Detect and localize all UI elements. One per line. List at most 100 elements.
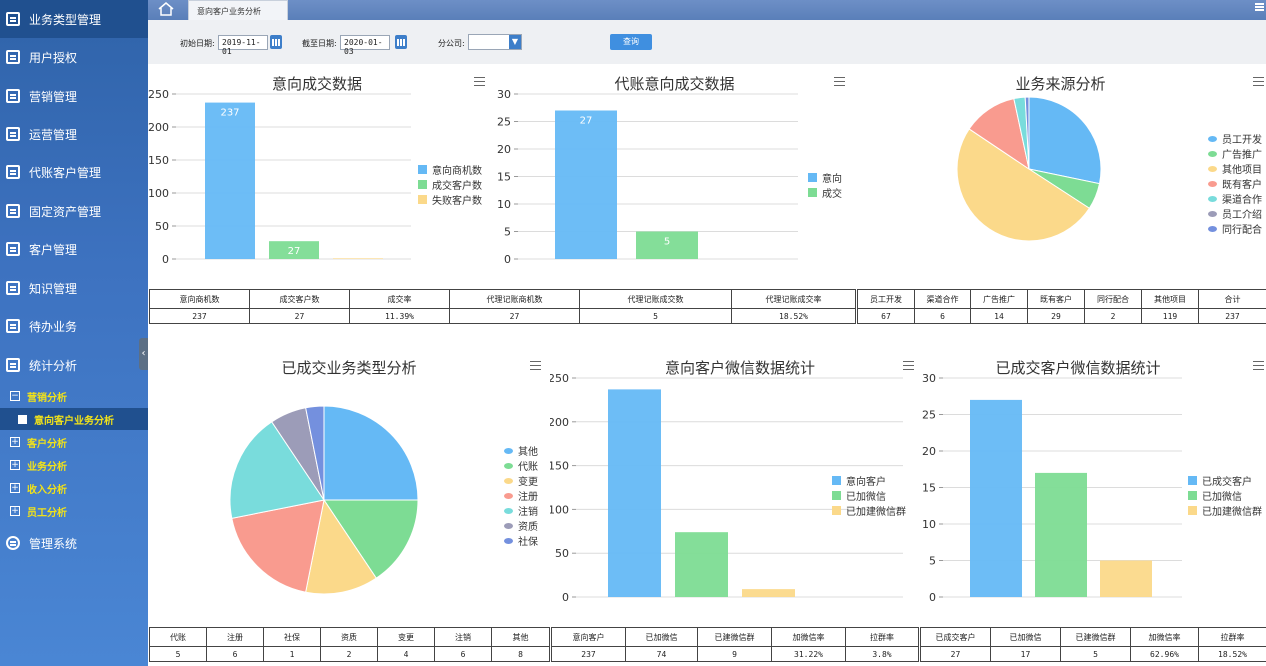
legend-item[interactable]: 其他项目 [1208, 161, 1262, 176]
table-cell: 6 [914, 308, 971, 324]
home-icon[interactable] [158, 2, 176, 18]
legend-swatch [504, 537, 513, 544]
legend-item[interactable]: 其他 [504, 443, 538, 458]
sidebar-sub-marketing-analysis[interactable]: − 营销分析 [0, 385, 148, 407]
legend-item[interactable]: 已加微信 [1188, 488, 1262, 503]
legend-label: 广告推广 [1222, 150, 1262, 161]
legend-item[interactable]: 既有客户 [1208, 176, 1262, 191]
sidebar-item-customers[interactable]: 客户管理 [0, 230, 148, 268]
list-icon [6, 242, 20, 256]
sidebar-sub-business-analysis[interactable]: + 业务分析 [0, 454, 148, 476]
table-header-row: 意向商机数 成交客户数 成交率 代理记账商机数 代理记账成交数 代理记账成交率 [149, 289, 856, 309]
y-tick-label: 5 [504, 226, 511, 239]
sidebar-item-system[interactable]: 管理系统 [0, 524, 148, 562]
legend-item[interactable]: 同行配合 [1208, 221, 1262, 236]
legend-item[interactable]: 已加微信 [832, 488, 906, 503]
legend-item[interactable]: 成交 [808, 185, 842, 200]
top-bar: 意向客户业务分析 [148, 0, 1266, 20]
table-cell: 18.52% [1198, 646, 1266, 662]
chart-legend: 意向商机数 成交客户数 失败客户数 [418, 162, 482, 207]
legend-item[interactable]: 资质 [504, 518, 538, 533]
legend-item[interactable]: 已加建微信群 [832, 503, 906, 518]
table-cell: 5 [579, 308, 732, 324]
sidebar-item-knowledge[interactable]: 知识管理 [0, 269, 148, 307]
legend-item[interactable]: 注销 [504, 503, 538, 518]
sidebar-sub-intent-analysis[interactable]: 意向客户业务分析 [0, 408, 148, 430]
y-tick-label: 100 [148, 187, 169, 200]
list-icon [6, 319, 20, 333]
start-date-input[interactable]: 2019-11-01 [218, 35, 268, 56]
legend-item[interactable]: 意向 [808, 170, 842, 185]
tab-intent-analysis[interactable]: 意向客户业务分析 [188, 0, 288, 20]
sidebar-item-operations[interactable]: 运营管理 [0, 115, 148, 153]
table-cell: 17 [990, 646, 1061, 662]
sidebar-item-fixed-assets[interactable]: 固定资产管理 [0, 192, 148, 230]
table-cell: 4 [377, 646, 435, 662]
table-cell: 237 [149, 308, 250, 324]
sidebar-item-business-type[interactable]: 业务类型管理 [0, 0, 148, 38]
legend-item[interactable]: 渠道合作 [1208, 191, 1262, 206]
calendar-icon[interactable] [270, 35, 282, 49]
query-button[interactable]: 查询 [610, 34, 652, 50]
gear-icon [6, 536, 20, 550]
branch-select[interactable]: ▼ [468, 34, 522, 50]
table-header: 注销 [434, 627, 492, 647]
legend-item[interactable]: 变更 [504, 473, 538, 488]
table-cell: 2 [1084, 308, 1142, 324]
sidebar-item-todo[interactable]: 待办业务 [0, 307, 148, 345]
edit-icon [6, 127, 20, 141]
legend-item[interactable]: 广告推广 [1208, 146, 1262, 161]
legend-item[interactable]: 意向客户 [832, 473, 906, 488]
table-header-row: 已成交客户 已加微信 已建微信群 加微信率 拉群率 [920, 627, 1266, 647]
table-cell: 3.8% [845, 646, 919, 662]
legend-swatch [1208, 195, 1217, 202]
legend-item[interactable]: 意向商机数 [418, 162, 482, 177]
sidebar-item-statistics[interactable]: 统计分析 [0, 346, 148, 384]
bar [608, 389, 661, 597]
sidebar-sub-income-analysis[interactable]: + 收入分析 [0, 477, 148, 499]
legend-item[interactable]: 代账 [504, 458, 538, 473]
sidebar-item-user-auth[interactable]: 用户授权 [0, 38, 148, 76]
legend-item[interactable]: 社保 [504, 533, 538, 548]
legend-swatch [1208, 210, 1217, 217]
table-header-row: 意向客户 已加微信 已建微信群 加微信率 拉群率 [551, 627, 919, 647]
legend-label: 同行配合 [1222, 225, 1262, 236]
legend-swatch [1208, 150, 1217, 157]
legend-label: 员工介绍 [1222, 210, 1262, 221]
list-icon [6, 89, 20, 103]
legend-label: 渠道合作 [1222, 195, 1262, 206]
legend-item[interactable]: 员工介绍 [1208, 206, 1262, 221]
sidebar-collapse-button[interactable]: ‹ [139, 338, 148, 370]
y-tick-label: 10 [922, 518, 936, 531]
menu-icon[interactable] [1255, 3, 1264, 11]
table-row: 67 6 14 29 2 119 237 [857, 308, 1266, 324]
legend-label: 注册 [518, 492, 538, 503]
table-header: 代账 [149, 627, 207, 647]
table-header: 资质 [320, 627, 378, 647]
legend-item[interactable]: 成交客户数 [418, 177, 482, 192]
sidebar-item-bookkeeping-clients[interactable]: 代账客户管理 [0, 153, 148, 191]
end-date-input[interactable]: 2020-01-03 [340, 35, 390, 56]
legend-swatch [504, 462, 513, 469]
table-header: 成交率 [349, 289, 450, 309]
sidebar-item-marketing[interactable]: 营销管理 [0, 77, 148, 115]
legend-item[interactable]: 已成交客户 [1188, 473, 1262, 488]
table-cell: 6 [434, 646, 492, 662]
table-header: 社保 [263, 627, 321, 647]
table-header: 其他 [491, 627, 550, 647]
list-icon [6, 204, 20, 218]
calendar-icon[interactable] [395, 35, 407, 49]
y-tick-label: 250 [550, 372, 569, 385]
chart-panel-intent-deals: 意向成交数据 0 50 100 150 200 250 237 27 意向商机数 成交客户数 … [148, 64, 490, 286]
table-header: 合计 [1198, 289, 1266, 309]
legend-item[interactable]: 已加建微信群 [1188, 503, 1262, 518]
table-header: 意向商机数 [149, 289, 250, 309]
sidebar-sub-customer-analysis[interactable]: + 客户分析 [0, 431, 148, 453]
sidebar-sub-employee-analysis[interactable]: + 员工分析 [0, 500, 148, 522]
table-header: 已加微信 [625, 627, 698, 647]
legend-item[interactable]: 失败客户数 [418, 192, 482, 207]
legend-item[interactable]: 员工开发 [1208, 131, 1262, 146]
list-icon [6, 281, 20, 295]
data-label: 237 [220, 108, 239, 119]
legend-item[interactable]: 注册 [504, 488, 538, 503]
